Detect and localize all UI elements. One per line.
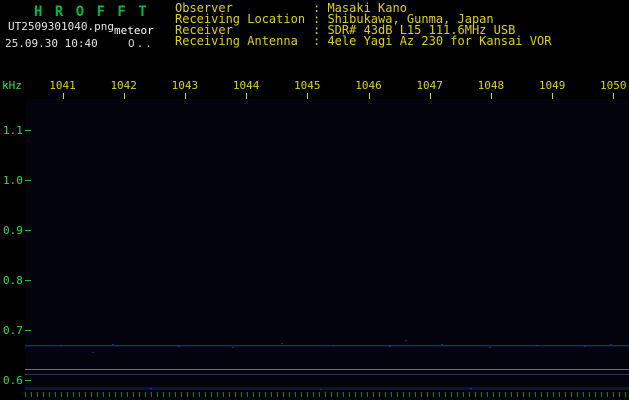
station-info: Observer: Masaki Kano Receiving Location:… — [175, 2, 552, 48]
freq-tick-label: 0.7 — [3, 324, 23, 337]
time-tick-label: 1044 — [232, 79, 260, 92]
time-tick-label: 1043 — [171, 79, 199, 92]
freq-axis-unit-label: kHz — [2, 79, 22, 92]
freq-tick-label: 0.8 — [3, 274, 23, 287]
signal-strip-baseline-ticks — [25, 392, 629, 397]
time-tick-label: 1049 — [538, 79, 566, 92]
time-tick-label: 1042 — [110, 79, 137, 92]
output-filename: UT2509301040.png — [8, 20, 114, 33]
time-tick-label: 1047 — [416, 79, 443, 92]
datetime-label: 25.09.30 10:40 — [5, 37, 98, 50]
signal-strip-noise-band — [25, 387, 629, 390]
time-tick-label: 1050 — [600, 79, 627, 92]
hrofft-window: H R O F F T UT2509301040.png meteor 25.0… — [0, 0, 629, 400]
freq-tick-label: 1.0 — [3, 174, 23, 187]
echo-counter: O.. — [128, 37, 154, 50]
spectrogram-plot — [25, 99, 629, 386]
freq-tick-label: 1.1 — [3, 124, 23, 137]
freq-tick-label: 0.9 — [3, 224, 23, 237]
station-info-row: Receiving Antenna : 4ele Yagi Az 230 for … — [175, 34, 552, 48]
time-tick-label: 1048 — [477, 79, 505, 92]
time-tick-label: 1045 — [294, 79, 321, 92]
mode-label: meteor — [114, 24, 154, 37]
info-value: : 4ele Yagi Az 230 for Kansai VOR — [313, 34, 552, 48]
info-label: Receiving Antenna — [175, 34, 298, 48]
app-title: H R O F F T — [34, 4, 149, 20]
signal-level-strip — [25, 386, 629, 400]
time-tick-label: 1046 — [355, 79, 382, 92]
time-tick-label: 1041 — [49, 79, 76, 92]
freq-tick-label: 0.6 — [3, 374, 23, 387]
